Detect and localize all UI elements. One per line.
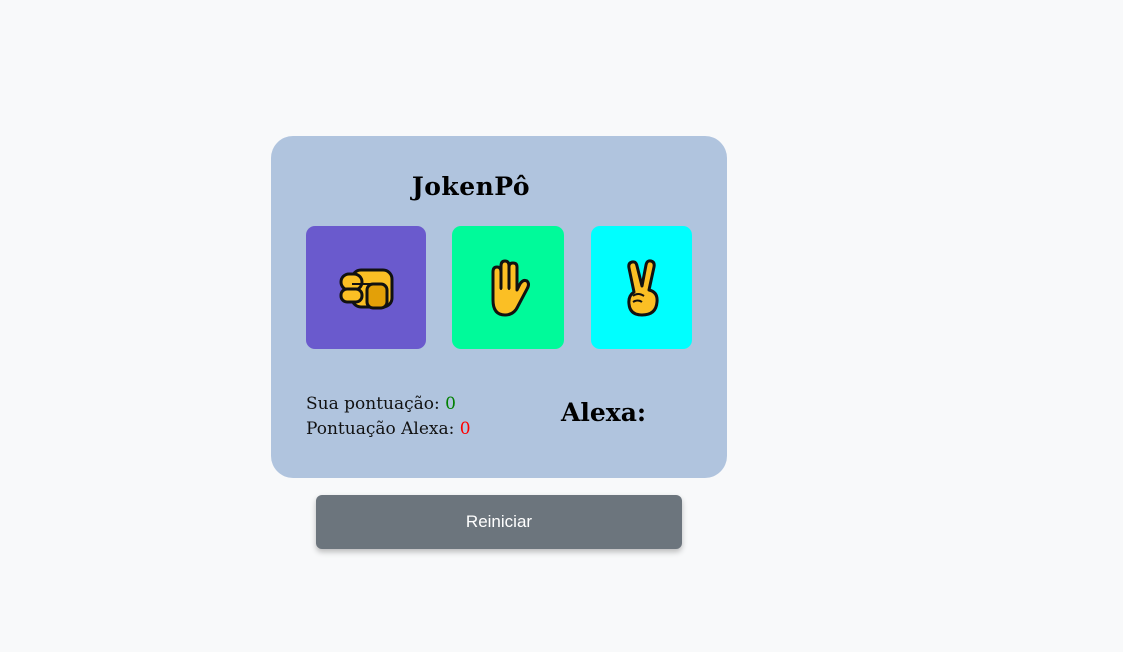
player-score-label: Sua pontuação: xyxy=(306,394,440,414)
player-score-line: Sua pontuação: 0 xyxy=(306,392,471,417)
restart-button[interactable]: Reiniciar xyxy=(316,495,682,549)
game-card: JokenPô Sua pontuação: 0 Pontuação Alexa… xyxy=(271,136,727,478)
alexa-choice-label: Alexa: xyxy=(561,398,647,427)
paper-choice-button[interactable] xyxy=(452,226,564,349)
alexa-score-label: Pontuação Alexa: xyxy=(306,419,455,439)
alexa-score-line: Pontuação Alexa: 0 xyxy=(306,417,471,442)
rock-choice-button[interactable] xyxy=(306,226,426,349)
scissors-choice-button[interactable] xyxy=(591,226,692,349)
score-panel: Sua pontuação: 0 Pontuação Alexa: 0 xyxy=(306,392,471,442)
fist-icon xyxy=(339,268,394,309)
player-score-value: 0 xyxy=(445,394,456,414)
victory-hand-icon xyxy=(626,258,659,316)
game-title: JokenPô xyxy=(411,172,531,201)
raised-hand-icon xyxy=(491,259,530,316)
alexa-score-value: 0 xyxy=(459,419,471,439)
